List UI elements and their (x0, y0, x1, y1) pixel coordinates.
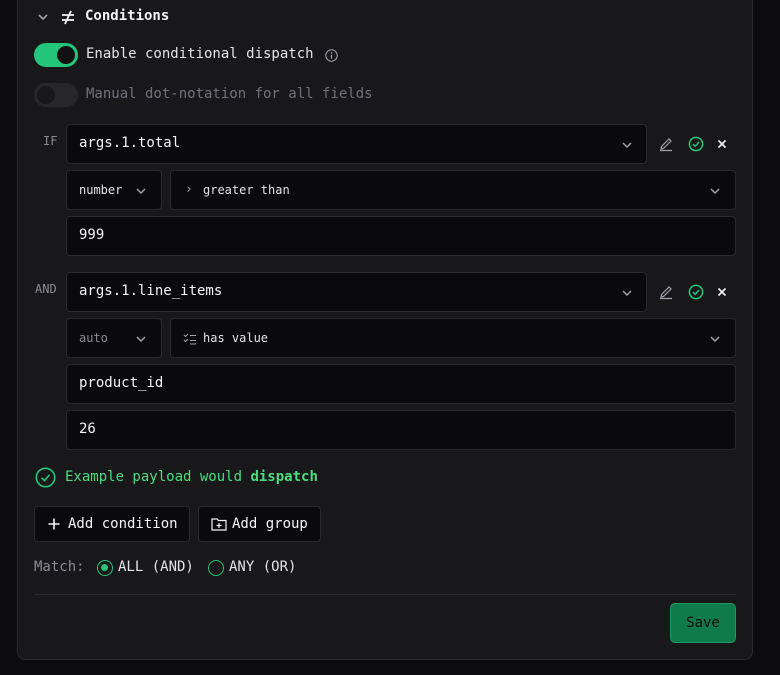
check-circle-icon[interactable] (688, 284, 704, 300)
type-select[interactable]: auto (66, 318, 162, 358)
enable-dispatch-label: Enable conditional dispatch (86, 46, 314, 62)
edit-icon[interactable] (658, 284, 674, 300)
add-group-button[interactable]: Add group (198, 506, 321, 542)
match-label: Match: (34, 559, 85, 575)
operator-select-value: greater than (203, 183, 290, 197)
list-check-icon (183, 332, 197, 346)
result-prefix: Example payload would (65, 469, 251, 485)
match-all-label[interactable]: ALL (AND) (118, 559, 194, 575)
not-equal-icon (60, 9, 76, 25)
divider (34, 594, 736, 595)
operator-select-value: has value (203, 331, 269, 345)
add-group-label: Add group (232, 516, 308, 532)
info-icon[interactable] (325, 49, 338, 62)
field-select[interactable]: args.1.line_items (66, 272, 647, 312)
close-icon[interactable] (714, 136, 730, 152)
field-select-value: args.1.line_items (79, 283, 223, 299)
folder-plus-icon (211, 517, 227, 531)
manual-dot-toggle[interactable] (34, 83, 78, 107)
manual-dot-label: Manual dot-notation for all fields (86, 86, 373, 102)
field-select[interactable]: args.1.total (66, 124, 647, 164)
result-outcome: dispatch (250, 469, 318, 485)
save-button[interactable]: Save (670, 603, 736, 643)
value-input-text: 999 (79, 227, 105, 243)
type-select-value: number (79, 183, 123, 197)
chevron-down-icon (135, 185, 147, 197)
match-any-label[interactable]: ANY (OR) (229, 559, 296, 575)
check-circle-icon[interactable] (688, 136, 704, 152)
enable-dispatch-toggle[interactable] (34, 43, 78, 67)
value-input-text: 26 (79, 421, 96, 437)
type-select[interactable]: number (66, 170, 162, 210)
section-title: Conditions (85, 8, 170, 24)
chevron-down-icon (709, 185, 721, 197)
value-input-text: product_id (79, 375, 164, 391)
field-select-value: args.1.total (79, 135, 181, 151)
plus-icon (47, 517, 61, 531)
condition-keyword: AND (35, 282, 57, 296)
value-input[interactable]: 26 (66, 410, 736, 450)
value-input[interactable]: product_id (66, 364, 736, 404)
chevron-down-icon (135, 333, 147, 345)
chevron-down-icon (709, 333, 721, 345)
operator-select[interactable]: › greater than (170, 170, 736, 210)
chevron-down-icon (621, 287, 633, 299)
greater-than-icon: › (185, 182, 193, 197)
match-any-radio[interactable] (208, 560, 224, 576)
add-condition-button[interactable]: Add condition (34, 506, 190, 542)
result-message: Example payload would dispatch (65, 469, 318, 485)
type-select-value: auto (79, 331, 108, 345)
add-condition-label: Add condition (68, 516, 178, 532)
value-input[interactable]: 999 (66, 216, 736, 256)
operator-select[interactable]: has value (170, 318, 736, 358)
chevron-down-icon[interactable] (36, 10, 50, 24)
check-circle-icon (35, 467, 56, 488)
chevron-down-icon (621, 139, 633, 151)
edit-icon[interactable] (658, 136, 674, 152)
match-all-radio[interactable] (97, 560, 113, 576)
condition-keyword: IF (43, 134, 58, 148)
close-icon[interactable] (714, 284, 730, 300)
